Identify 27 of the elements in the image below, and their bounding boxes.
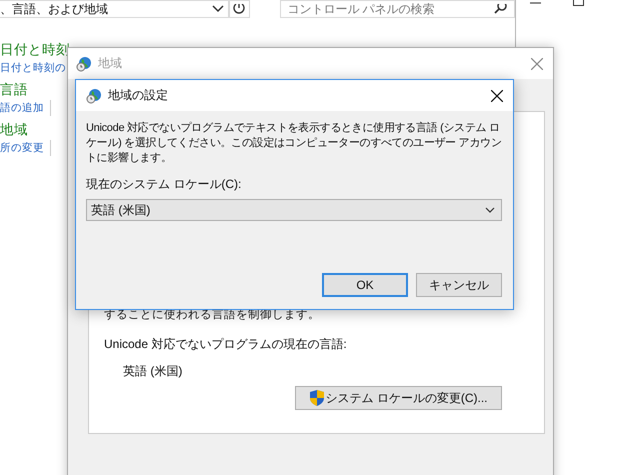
category-heading[interactable]: 地域 bbox=[0, 120, 28, 139]
maximize-icon[interactable] bbox=[573, 0, 584, 6]
globe-clock-icon bbox=[86, 88, 102, 104]
current-language-value: 英語 (米国) bbox=[123, 363, 182, 380]
address-bar[interactable]: 、言語、および地域 bbox=[0, 0, 229, 18]
dialog-title: 地域の設定 bbox=[108, 87, 168, 104]
current-language-label: Unicode 対応でないプログラムの現在の言語: bbox=[104, 336, 347, 353]
category-link[interactable]: 語の追加 bbox=[0, 100, 51, 116]
cancel-button[interactable]: キャンセル bbox=[416, 273, 502, 297]
ok-button[interactable]: OK bbox=[322, 273, 408, 297]
locale-label: 現在のシステム ロケール(C): bbox=[86, 176, 242, 193]
change-locale-button[interactable]: システム ロケールの変更(C)... bbox=[295, 386, 502, 410]
shield-icon bbox=[310, 390, 324, 406]
address-path: 、言語、および地域 bbox=[0, 0, 108, 18]
locale-dropdown[interactable]: 英語 (米国) bbox=[86, 199, 502, 221]
close-icon[interactable] bbox=[491, 90, 503, 102]
chevron-down-icon[interactable] bbox=[212, 5, 224, 13]
category-link[interactable]: 所の変更 bbox=[0, 140, 51, 156]
minimize-icon[interactable] bbox=[530, 0, 541, 4]
chevron-down-icon bbox=[485, 207, 495, 213]
category-heading[interactable]: 言語 bbox=[0, 80, 28, 99]
refresh-button[interactable] bbox=[228, 0, 250, 18]
window-title: 地域 bbox=[98, 55, 122, 72]
globe-clock-icon bbox=[76, 56, 92, 72]
description-text: Unicode 対応でないプログラムでテキストを表示するときに使用する言語 (システム ロケール) を選択してください。この設定はコンピューターのすべてのユーザー アカウントに影響します。 bbox=[86, 121, 502, 166]
search-icon bbox=[494, 4, 508, 14]
search-field[interactable]: コントロール パネルの検索 bbox=[280, 0, 515, 18]
